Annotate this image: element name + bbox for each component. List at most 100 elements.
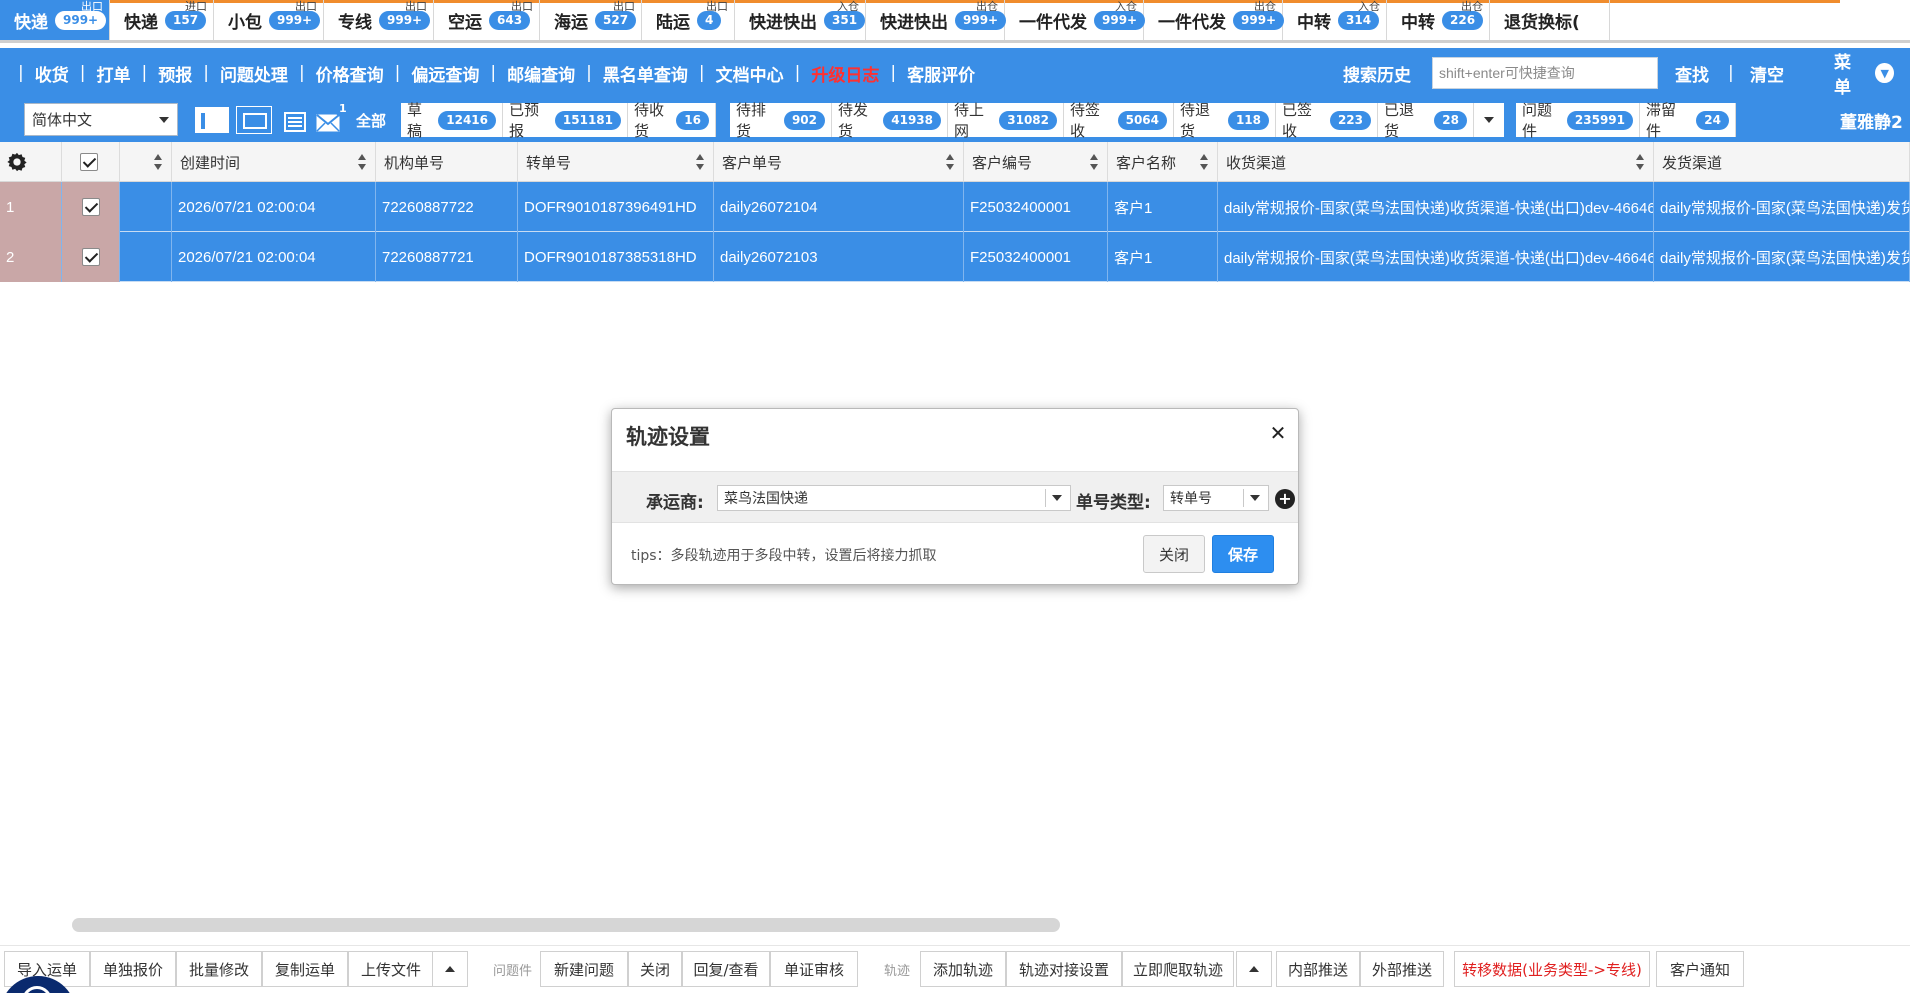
status-more-dropdown[interactable] (1474, 103, 1504, 137)
dialog-form: 承运商: 菜鸟法国快递 单号类型: 转单号 + (612, 471, 1298, 523)
top-tab[interactable]: 空运 643 出口 (434, 0, 540, 40)
toolbar-button[interactable]: 外部推送 (1360, 951, 1444, 987)
nav-link[interactable]: 预报 (158, 61, 192, 86)
nav-link[interactable]: 偏远查询 (411, 61, 479, 86)
chevron-up-icon (1249, 966, 1259, 972)
status-count-badge: 223 (1329, 110, 1371, 130)
toolbar-button[interactable]: 内部推送 (1276, 951, 1360, 987)
table-row[interactable]: 1 2026/07/21 02:00:04 72260887722 DOFR90101… (0, 182, 1910, 232)
top-tab[interactable]: 快进快出 999+ 出仓 (866, 0, 1007, 40)
toolbar-button[interactable]: 复制运单 (262, 951, 348, 987)
nav-link[interactable]: 收货 (35, 61, 69, 86)
number-type-select[interactable]: 转单号 (1163, 485, 1269, 511)
user-name[interactable]: 董雅静2 (1840, 98, 1903, 142)
toolbar-button[interactable]: 上传文件 (348, 951, 434, 987)
search-history-link[interactable]: 搜索历史 (1343, 48, 1411, 98)
top-tab[interactable]: 快递 157 进口 (110, 0, 214, 40)
search-input[interactable] (1432, 57, 1658, 89)
horizontal-scrollbar[interactable] (72, 918, 1060, 932)
column-header-label: 创建时间 (180, 153, 241, 172)
top-tab[interactable]: 专线 999+ 出口 (324, 0, 434, 40)
dialog-tips: tips：多段轨迹用于多段中转，设置后将接力抓取 (631, 548, 937, 564)
column-header[interactable]: 机构单号 (376, 142, 518, 182)
toolbar-button[interactable]: 转移数据(业务类型->专线) (1454, 951, 1650, 987)
nav-link[interactable]: 黑名单查询 (603, 61, 688, 86)
dialog-close-button[interactable]: 关闭 (1143, 535, 1205, 573)
toolbar-button[interactable]: 添加轨迹 (920, 951, 1006, 987)
sort-icon (358, 154, 367, 170)
top-tab[interactable]: 快递 999+ 出口 (0, 0, 110, 40)
status-filter-chip[interactable]: 已退货 28 (1378, 101, 1474, 140)
top-tab-badge: 157 (165, 10, 207, 30)
top-tab[interactable]: 一件代发 999+ 入仓 (1005, 0, 1146, 40)
nav-link[interactable]: 文档中心 (716, 61, 784, 86)
column-header-label: 发货渠道 (1662, 153, 1723, 172)
top-tab[interactable]: 海运 527 出口 (540, 0, 642, 40)
column-header[interactable]: 创建时间 (172, 142, 376, 182)
toolbar-button[interactable]: 轨迹对接设置 (1006, 951, 1122, 987)
toolbar-button[interactable]: 新建问题 (540, 951, 628, 987)
column-header[interactable]: 客户编号 (964, 142, 1108, 182)
view-wide-button[interactable] (236, 106, 272, 134)
menu-button[interactable]: 菜单 ▼ (1834, 53, 1894, 98)
dialog-save-button[interactable]: 保存 (1212, 535, 1274, 573)
nav-link[interactable]: 打单 (96, 61, 130, 86)
column-view-icon (201, 113, 205, 129)
clear-button[interactable]: 清空 (1750, 48, 1784, 98)
carrier-select[interactable]: 菜鸟法国快递 (717, 485, 1071, 511)
toolbar-button[interactable]: 立即爬取轨迹 (1122, 951, 1234, 987)
nav-link[interactable]: 邮编查询 (507, 61, 575, 86)
toolbar-button[interactable]: 单独报价 (90, 951, 176, 987)
nav-link[interactable]: 升级日志 (811, 61, 879, 86)
expand-toolbar-button[interactable] (432, 951, 468, 987)
nav-link[interactable]: 问题处理 (220, 61, 288, 86)
view-compact-button[interactable] (194, 106, 230, 134)
nav-link[interactable]: 客服评价 (907, 61, 975, 86)
toolbar-button[interactable]: 回复/查看 (682, 951, 770, 987)
status-filter-chip[interactable]: 滞留件 24 (1640, 101, 1736, 140)
list-icon[interactable] (284, 112, 306, 132)
status-filter-chip[interactable]: 待上网 31082 (948, 101, 1064, 140)
top-tab[interactable]: 快进快出 351 入仓 (735, 0, 866, 40)
top-tab[interactable]: 陆运 4 出口 (642, 0, 735, 40)
mail-icon[interactable] (316, 114, 340, 132)
row-index: 2 (0, 232, 62, 282)
row-checkbox[interactable] (82, 198, 100, 216)
table-row[interactable]: 2 2026/07/21 02:00:04 72260887721 DOFR90101… (0, 232, 1910, 282)
column-header[interactable]: 收货渠道 (1218, 142, 1654, 182)
close-icon[interactable]: ✕ (1268, 423, 1288, 443)
toolbar-button[interactable]: 单证审核 (770, 951, 858, 987)
column-header[interactable]: 客户单号 (714, 142, 964, 182)
column-header[interactable]: 发货渠道 (1654, 142, 1910, 182)
column-header[interactable]: 转单号 (518, 142, 714, 182)
status-filter-chip[interactable]: 问题件 235991 (1516, 101, 1640, 140)
status-filter-chip[interactable]: 已预报 151181 (503, 101, 628, 140)
toolbar-button[interactable]: 关闭 (628, 951, 682, 987)
top-tab[interactable]: 一件代发 999+ 出仓 (1144, 0, 1285, 40)
status-filter-chip[interactable]: 待签收 5064 (1064, 101, 1174, 140)
top-tab[interactable]: 中转 226 出仓 (1387, 0, 1490, 40)
status-filter-chip[interactable]: 草稿 12416 (401, 101, 503, 140)
status-filter-chip[interactable]: 待发货 41938 (832, 101, 948, 140)
tab-scrollbar[interactable] (0, 40, 1450, 43)
top-tab[interactable]: 中转 314 入仓 (1283, 0, 1387, 40)
column-header[interactable]: 客户名称 (1108, 142, 1218, 182)
toolbar-button[interactable]: 客户通知 (1656, 951, 1744, 987)
find-button[interactable]: 查找 (1675, 48, 1709, 98)
language-select[interactable]: 简体中文 (24, 103, 178, 136)
status-label: 待退货 (1180, 101, 1211, 140)
status-filter-chip[interactable]: 已签收 223 (1276, 101, 1378, 140)
sort-column[interactable] (120, 142, 172, 182)
status-filter-chip[interactable]: 待退货 118 (1174, 101, 1276, 140)
status-filter-chip[interactable]: 待排货 902 (730, 101, 832, 140)
select-all-checkbox[interactable] (80, 153, 98, 171)
nav-link[interactable]: 价格查询 (316, 61, 384, 86)
row-checkbox[interactable] (82, 248, 100, 266)
expand-toolbar-button[interactable] (1236, 951, 1272, 987)
top-tab[interactable]: 退货换标( (1490, 0, 1610, 40)
top-tab[interactable]: 小包 999+ 出口 (214, 0, 324, 40)
add-icon[interactable]: + (1275, 489, 1295, 509)
status-all-filter[interactable]: 全部 (356, 103, 386, 137)
status-filter-chip[interactable]: 待收货 16 (628, 101, 716, 140)
toolbar-button[interactable]: 批量修改 (176, 951, 262, 987)
